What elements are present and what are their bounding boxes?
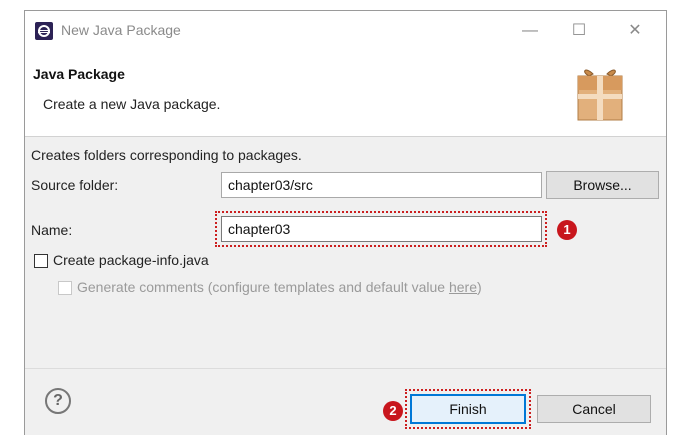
finish-button[interactable]: Finish <box>410 394 526 424</box>
cancel-button[interactable]: Cancel <box>537 395 651 423</box>
maximize-button[interactable]: ☐ <box>567 19 591 43</box>
window-title: New Java Package <box>61 22 181 38</box>
info-text: Creates folders corresponding to package… <box>31 147 302 163</box>
source-folder-input[interactable]: chapter03/src <box>221 172 542 198</box>
wizard-description: Create a new Java package. <box>43 96 221 112</box>
wizard-title: Java Package <box>33 66 125 82</box>
form-area: Creates folders corresponding to package… <box>25 138 666 368</box>
package-wizard-icon <box>577 69 623 121</box>
dialog-footer: ? 2 Finish Cancel <box>25 368 666 435</box>
title-bar: New Java Package — ☐ ✕ <box>25 11 666 51</box>
browse-button[interactable]: Browse... <box>546 171 659 199</box>
annotation-marker-1: 1 <box>557 220 577 240</box>
create-package-info-label: Create package-info.java <box>53 252 209 268</box>
close-button[interactable]: ✕ <box>623 19 647 43</box>
name-label: Name: <box>31 222 73 238</box>
generate-comments-checkbox[interactable] <box>58 281 72 295</box>
create-package-info-checkbox[interactable] <box>34 254 48 268</box>
wizard-header: Java Package Create a new Java package. <box>25 51 666 137</box>
new-java-package-dialog: New Java Package — ☐ ✕ Java Package Crea… <box>24 10 667 435</box>
minimize-button[interactable]: — <box>518 19 542 43</box>
help-icon[interactable]: ? <box>45 388 71 414</box>
name-input[interactable]: chapter03 <box>221 216 542 242</box>
eclipse-app-icon <box>35 22 53 40</box>
generate-comments-label: Generate comments (configure templates a… <box>77 279 482 295</box>
annotation-marker-2: 2 <box>383 401 403 421</box>
configure-templates-link[interactable]: here <box>449 279 477 295</box>
source-folder-label: Source folder: <box>31 177 119 193</box>
